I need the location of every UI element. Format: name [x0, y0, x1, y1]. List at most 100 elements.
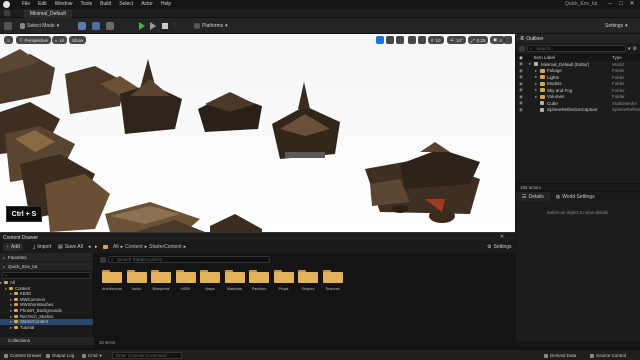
asset-folder-props[interactable]: Props [273, 270, 294, 291]
maximize-icon[interactable]: □ [617, 1, 625, 8]
outliner-row[interactable]: ◉ SphereReflectionCapture SphereReflect [516, 107, 640, 114]
asset-folder-maps[interactable]: Maps [200, 270, 220, 291]
step-button[interactable] [150, 21, 156, 31]
asset-folder-hdri[interactable]: HDRI [175, 270, 196, 291]
outliner-search-input[interactable]: ⌕ Search... [527, 45, 626, 52]
grid-snap-button[interactable]: # 10 [428, 36, 444, 44]
show-button[interactable]: Show [69, 36, 87, 44]
visibility-icon[interactable]: ◉ [519, 87, 523, 93]
filter-icon[interactable] [100, 256, 106, 263]
menu-item-tools[interactable]: Tools [80, 1, 92, 7]
play-button[interactable] [139, 21, 145, 31]
maximize-viewport-icon[interactable] [504, 36, 512, 44]
asset-folder-audio[interactable]: Audio [126, 270, 147, 291]
cmd-dropdown[interactable]: Cmd ▾ [82, 352, 102, 359]
expand-arrow-icon[interactable]: ▸ [10, 325, 12, 331]
blueprint-button[interactable] [92, 21, 100, 31]
select-mode-button[interactable]: Select Mode ▾ [20, 21, 59, 31]
content-shortcut-button[interactable] [78, 21, 86, 31]
world-space-icon[interactable] [408, 36, 416, 44]
asset-folder-shapes[interactable]: Shapes [298, 270, 318, 291]
search-icon: ⌕ [111, 257, 114, 262]
perspective-button[interactable]: ◇ Perspective [16, 36, 51, 44]
sources-search-input[interactable]: ⌕ [2, 272, 91, 279]
asset-folder-materials[interactable]: Materials [224, 270, 245, 291]
col-item-label[interactable]: Item Label [534, 55, 555, 60]
scale-tool-icon[interactable] [396, 36, 404, 44]
content-drawer-button[interactable]: Content Drawer [4, 352, 42, 359]
lit-button[interactable]: ◐ Lit [52, 36, 68, 44]
visibility-icon[interactable]: ◉ [519, 94, 523, 100]
level-tab[interactable]: Minimal_Default [24, 10, 72, 18]
rotate-tool-icon[interactable] [386, 36, 394, 44]
menu-item-build[interactable]: Build [100, 1, 111, 7]
surface-snap-icon[interactable] [418, 36, 426, 44]
menu-item-select[interactable]: Select [119, 1, 133, 7]
visibility-icon[interactable]: ◉ [519, 81, 523, 87]
more-options-icon: ⋮ [172, 23, 177, 29]
save-all-button[interactable]: ▤ Save All [58, 243, 83, 251]
asset-folder-textures[interactable]: Textures [322, 270, 343, 291]
breadcrumb-startercontent[interactable]: StarterContent [149, 244, 182, 250]
visibility-icon[interactable]: ◉ [519, 68, 523, 74]
settings-button[interactable]: Settings ▾ [605, 21, 628, 31]
expand-arrow-icon[interactable]: ▸ [535, 87, 537, 93]
rotation-snap-button[interactable]: ∠ 10° [447, 36, 466, 44]
add-button[interactable]: + Add [3, 243, 23, 251]
project-section[interactable]: Quick_Env_tut [0, 262, 93, 270]
visibility-icon[interactable]: ◉ [519, 107, 523, 113]
visibility-icon[interactable]: ◉ [519, 74, 523, 80]
minimize-icon[interactable]: – [606, 1, 614, 8]
content-settings-button[interactable]: ⚙ Settings [487, 243, 512, 251]
outliner-settings-icon[interactable]: ⚙ [633, 46, 637, 52]
menu-item-help[interactable]: Help [161, 1, 171, 7]
output-log-button[interactable]: Output Log [46, 352, 74, 359]
expand-arrow-icon[interactable]: ▸ [535, 94, 537, 100]
visibility-icon[interactable]: ◉ [519, 100, 523, 106]
back-button[interactable]: ◂ [88, 243, 91, 251]
filter-icon[interactable]: ▾ [628, 46, 631, 52]
visibility-icon[interactable]: ◉ [519, 61, 523, 67]
expand-arrow-icon[interactable]: ▸ [529, 61, 531, 67]
col-type[interactable]: Type [612, 55, 622, 60]
derived-data-button[interactable]: Derived Data [544, 352, 576, 359]
save-button[interactable] [4, 21, 12, 31]
expand-arrow-icon[interactable]: ▸ [535, 74, 537, 80]
close-drawer-icon[interactable]: ✕ [500, 234, 504, 240]
menu-item-file[interactable]: File [22, 1, 30, 7]
asset-folder-architecture[interactable]: Architecture [102, 270, 122, 291]
level-viewport[interactable] [0, 34, 515, 232]
show-label: Show [72, 37, 84, 43]
add-filter-icon[interactable] [519, 45, 525, 52]
asset-folder-blueprints[interactable]: Blueprints [151, 270, 171, 291]
close-icon[interactable]: ✕ [628, 1, 636, 8]
import-button[interactable]: ⤓ Import [33, 243, 51, 251]
scale-snap-button[interactable]: ⤢ 0.25 [468, 36, 489, 44]
menu-item-actor[interactable]: Actor [141, 1, 153, 7]
world-settings-tab[interactable]: ◍ World Settings [550, 192, 601, 201]
cinematics-button[interactable] [106, 21, 114, 31]
viewport-menu-button[interactable]: ≡ [4, 36, 13, 44]
platforms-button[interactable]: Platforms ▾ [194, 21, 228, 31]
forward-button[interactable]: ▸ [95, 243, 98, 251]
menu-item-window[interactable]: Window [55, 1, 73, 7]
favorites-section[interactable]: Favorites [0, 253, 93, 261]
source-control-button[interactable]: Source Control [590, 352, 626, 359]
details-tab[interactable]: ☰ Details [516, 192, 550, 201]
camera-speed-button[interactable]: ▣ 4 [490, 36, 505, 44]
console-input[interactable]: Enter Console Command [112, 352, 182, 359]
asset-search-input[interactable]: ⌕ Search StarterContent [108, 256, 270, 263]
folder-nav-button[interactable] [103, 243, 108, 251]
breadcrumb-content[interactable]: Content [125, 244, 143, 250]
expand-arrow-icon[interactable]: ▸ [535, 68, 537, 74]
expand-arrow-icon[interactable]: ▸ [535, 81, 537, 87]
collections-section[interactable]: Collections [0, 337, 94, 345]
folder-tree-item[interactable]: ▸ Tutorial [0, 325, 93, 331]
stop-button[interactable] [162, 21, 168, 31]
outliner-tab[interactable]: ≣ Outliner [516, 34, 640, 43]
play-options-button[interactable]: ⋮ [172, 21, 177, 31]
asset-folder-particles[interactable]: Particles [249, 270, 269, 291]
translate-tool-icon[interactable] [376, 36, 384, 44]
menu-item-edit[interactable]: Edit [38, 1, 47, 7]
breadcrumb-all[interactable]: All [113, 244, 119, 250]
